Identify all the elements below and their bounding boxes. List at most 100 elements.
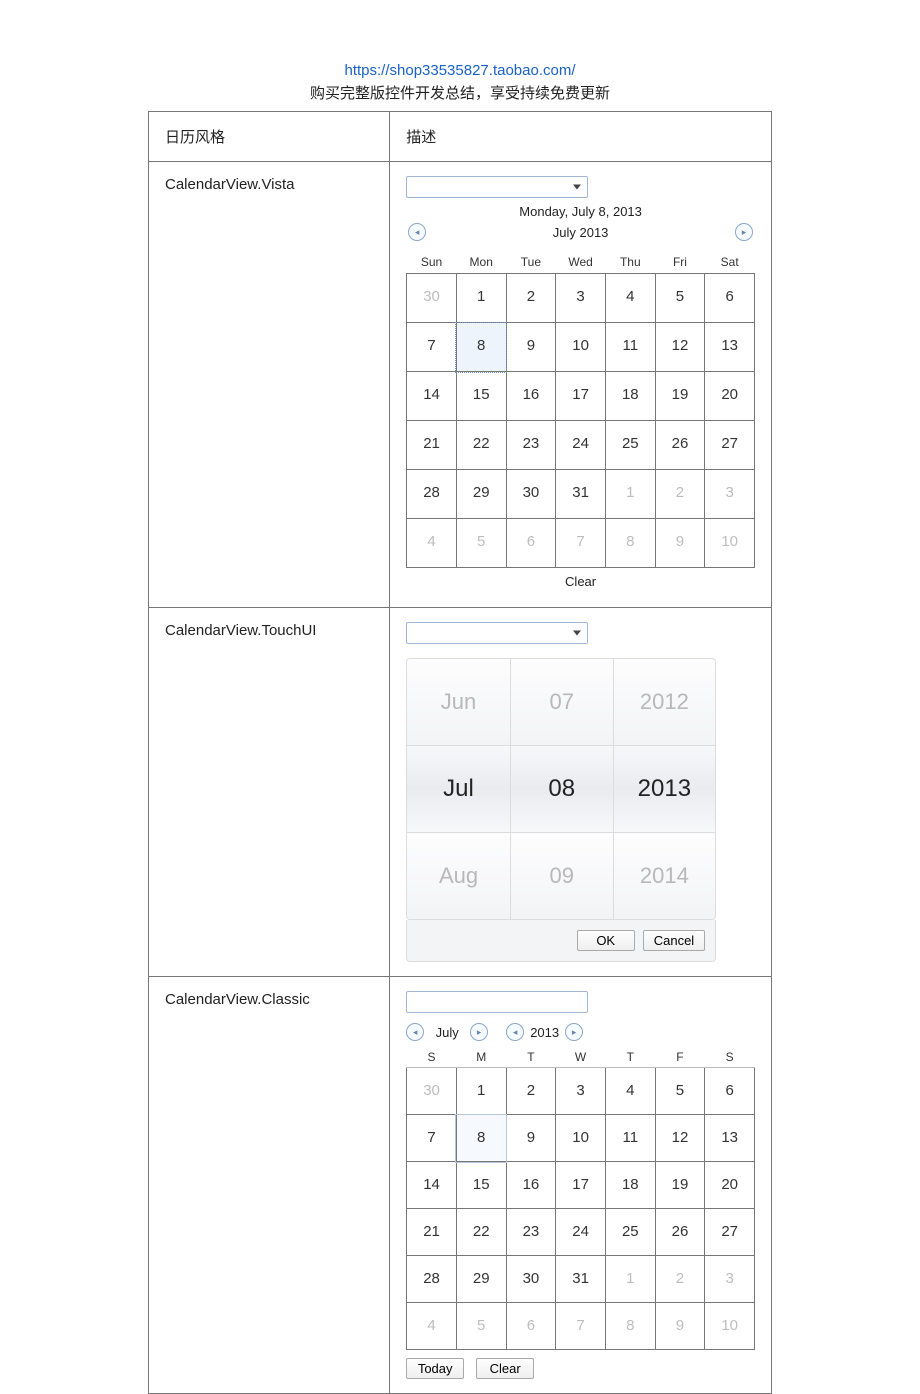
vista-day-cell[interactable]: 9 (655, 519, 705, 568)
classic-today-button[interactable]: Today (406, 1358, 464, 1379)
touchui-year-curr[interactable]: 2013 (613, 746, 716, 833)
classic-day-cell[interactable]: 1 (456, 1068, 506, 1115)
classic-next-month-button[interactable]: ▸ (470, 1023, 488, 1041)
classic-month-label[interactable]: July (430, 1025, 464, 1040)
classic-day-cell[interactable]: 13 (705, 1115, 755, 1162)
vista-day-cell[interactable]: 21 (407, 421, 457, 470)
classic-day-cell[interactable]: 5 (456, 1303, 506, 1350)
vista-day-cell[interactable]: 25 (605, 421, 655, 470)
vista-day-cell[interactable]: 2 (506, 274, 556, 323)
vista-day-cell[interactable]: 30 (506, 470, 556, 519)
classic-day-cell[interactable]: 29 (456, 1256, 506, 1303)
touchui-day-wheel[interactable]: 07 08 09 (510, 659, 613, 919)
vista-day-cell[interactable]: 24 (556, 421, 606, 470)
classic-day-cell[interactable]: 5 (655, 1068, 705, 1115)
classic-day-cell[interactable]: 3 (705, 1256, 755, 1303)
vista-day-cell[interactable]: 7 (407, 323, 457, 372)
classic-day-cell[interactable]: 8 (605, 1303, 655, 1350)
classic-day-cell[interactable]: 20 (705, 1162, 755, 1209)
touchui-dropdown[interactable] (406, 622, 588, 644)
classic-day-cell[interactable]: 14 (407, 1162, 457, 1209)
classic-day-cell[interactable]: 28 (407, 1256, 457, 1303)
vista-day-cell[interactable]: 12 (655, 323, 705, 372)
classic-day-cell[interactable]: 30 (407, 1068, 457, 1115)
touchui-month-next[interactable]: Aug (407, 833, 510, 919)
touchui-day-curr[interactable]: 08 (510, 746, 613, 833)
vista-dropdown[interactable] (406, 176, 588, 198)
vista-day-cell[interactable]: 1 (605, 470, 655, 519)
vista-day-cell[interactable]: 18 (605, 372, 655, 421)
classic-day-cell[interactable]: 1 (605, 1256, 655, 1303)
vista-day-cell[interactable]: 7 (556, 519, 606, 568)
classic-day-cell[interactable]: 8 (456, 1115, 506, 1162)
classic-day-cell[interactable]: 24 (556, 1209, 606, 1256)
classic-next-year-button[interactable]: ▸ (565, 1023, 583, 1041)
vista-day-cell[interactable]: 26 (655, 421, 705, 470)
classic-day-cell[interactable]: 22 (456, 1209, 506, 1256)
classic-day-cell[interactable]: 19 (655, 1162, 705, 1209)
vista-day-cell[interactable]: 5 (456, 519, 506, 568)
classic-day-cell[interactable]: 10 (556, 1115, 606, 1162)
vista-day-cell[interactable]: 3 (705, 470, 755, 519)
classic-year-label[interactable]: 2013 (530, 1025, 559, 1040)
touchui-cancel-button[interactable]: Cancel (643, 930, 705, 951)
touchui-year-next[interactable]: 2014 (613, 833, 716, 919)
classic-day-cell[interactable]: 25 (605, 1209, 655, 1256)
vista-day-cell[interactable]: 13 (705, 323, 755, 372)
vista-day-cell[interactable]: 28 (407, 470, 457, 519)
classic-clear-button[interactable]: Clear (476, 1358, 534, 1379)
vista-day-cell[interactable]: 1 (456, 274, 506, 323)
classic-day-cell[interactable]: 9 (506, 1115, 556, 1162)
classic-day-cell[interactable]: 27 (705, 1209, 755, 1256)
classic-day-cell[interactable]: 2 (655, 1256, 705, 1303)
classic-day-cell[interactable]: 16 (506, 1162, 556, 1209)
classic-day-cell[interactable]: 15 (456, 1162, 506, 1209)
vista-day-cell[interactable]: 10 (705, 519, 755, 568)
classic-day-cell[interactable]: 26 (655, 1209, 705, 1256)
vista-day-cell[interactable]: 14 (407, 372, 457, 421)
shop-link[interactable]: https://shop33535827.taobao.com/ (344, 62, 575, 79)
vista-day-cell[interactable]: 11 (605, 323, 655, 372)
touchui-year-wheel[interactable]: 2012 2013 2014 (613, 659, 716, 919)
vista-day-cell[interactable]: 22 (456, 421, 506, 470)
vista-clear-button[interactable]: Clear (406, 574, 755, 589)
classic-day-cell[interactable]: 30 (506, 1256, 556, 1303)
vista-day-cell[interactable]: 3 (556, 274, 606, 323)
vista-day-cell[interactable]: 6 (506, 519, 556, 568)
classic-day-cell[interactable]: 6 (506, 1303, 556, 1350)
vista-day-cell[interactable]: 23 (506, 421, 556, 470)
classic-prev-month-button[interactable]: ◂ (406, 1023, 424, 1041)
touchui-day-next[interactable]: 09 (510, 833, 613, 919)
classic-day-cell[interactable]: 23 (506, 1209, 556, 1256)
vista-day-cell[interactable]: 8 (456, 323, 506, 372)
classic-day-cell[interactable]: 31 (556, 1256, 606, 1303)
vista-next-month-button[interactable]: ▸ (735, 223, 753, 241)
vista-day-cell[interactable]: 8 (605, 519, 655, 568)
vista-prev-month-button[interactable]: ◂ (408, 223, 426, 241)
classic-day-cell[interactable]: 6 (705, 1068, 755, 1115)
vista-day-cell[interactable]: 16 (506, 372, 556, 421)
classic-day-cell[interactable]: 18 (605, 1162, 655, 1209)
classic-day-cell[interactable]: 7 (407, 1115, 457, 1162)
vista-day-cell[interactable]: 30 (407, 274, 457, 323)
touchui-wheel[interactable]: Jun Jul Aug 07 08 09 2012 2013 2014 (406, 658, 716, 920)
classic-prev-year-button[interactable]: ◂ (506, 1023, 524, 1041)
classic-day-cell[interactable]: 10 (705, 1303, 755, 1350)
classic-day-cell[interactable]: 4 (407, 1303, 457, 1350)
vista-day-cell[interactable]: 5 (655, 274, 705, 323)
vista-day-cell[interactable]: 9 (506, 323, 556, 372)
vista-day-cell[interactable]: 4 (605, 274, 655, 323)
classic-day-cell[interactable]: 17 (556, 1162, 606, 1209)
touchui-month-curr[interactable]: Jul (407, 746, 510, 833)
classic-day-cell[interactable]: 4 (605, 1068, 655, 1115)
touchui-year-prev[interactable]: 2012 (613, 659, 716, 746)
classic-day-cell[interactable]: 11 (605, 1115, 655, 1162)
classic-day-cell[interactable]: 9 (655, 1303, 705, 1350)
vista-day-cell[interactable]: 27 (705, 421, 755, 470)
vista-day-cell[interactable]: 10 (556, 323, 606, 372)
vista-day-cell[interactable]: 20 (705, 372, 755, 421)
classic-day-cell[interactable]: 21 (407, 1209, 457, 1256)
vista-day-cell[interactable]: 4 (407, 519, 457, 568)
vista-day-cell[interactable]: 6 (705, 274, 755, 323)
vista-day-cell[interactable]: 17 (556, 372, 606, 421)
